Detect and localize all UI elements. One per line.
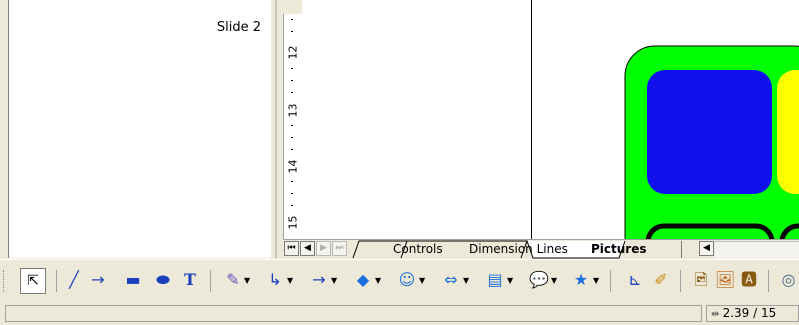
drawing-toolbar: ⇱ ╱ → ▬ ⬬ T ✎ ↳ → ◆ ☺ ⇔ ▤ 💬 ★ ⊾ ✐ 🖻 🖼 🅰 … xyxy=(0,259,799,302)
ellipse-icon: ⬬ xyxy=(156,270,170,289)
slide-canvas[interactable] xyxy=(302,0,799,269)
ruler-number: 14 xyxy=(286,159,300,174)
toolbar-separator xyxy=(56,270,57,292)
ruler-tick xyxy=(291,92,293,93)
block-arrows-button[interactable]: ⇔ xyxy=(440,268,462,292)
slide-sorter-pane[interactable]: Slide 2 xyxy=(8,0,272,258)
curve-icon: ✎ xyxy=(226,270,240,289)
ruler-tick xyxy=(291,137,293,138)
ruler-number: 12 xyxy=(286,45,300,60)
from-file-icon: 🖻 xyxy=(694,270,708,289)
status-field-info xyxy=(5,305,702,322)
stars-button[interactable]: ★ xyxy=(570,268,592,292)
rectangle-button[interactable]: ▬ xyxy=(122,268,144,292)
ruler-tick xyxy=(291,125,293,126)
toolbar-separator xyxy=(680,270,681,292)
slide-drawing xyxy=(624,45,799,269)
points-icon: ⊾ xyxy=(628,270,642,289)
position-readout: 2.39 / 15 xyxy=(722,306,777,320)
ruler-tick xyxy=(291,193,293,194)
basic-shapes-button[interactable]: ◆ xyxy=(352,268,374,292)
lines-arrows-dropdown-icon[interactable]: ▼ xyxy=(331,276,337,285)
ruler-tick xyxy=(291,205,293,206)
flowchart-button[interactable]: ▤ xyxy=(484,268,506,292)
symbol-shapes-dropdown-icon[interactable]: ▼ xyxy=(419,276,425,285)
toolbar-separator xyxy=(768,270,769,292)
ellipse-button[interactable]: ⬬ xyxy=(152,268,174,292)
page-border xyxy=(531,0,532,239)
toolbar-separator xyxy=(610,270,611,292)
points-button[interactable]: ⊾ xyxy=(624,268,646,292)
extrusion-icon: ◎ xyxy=(781,270,796,289)
yellow-square xyxy=(777,70,799,194)
select-button[interactable]: ⇱ xyxy=(20,268,46,294)
text-icon: T xyxy=(184,270,196,289)
select-icon: ⇱ xyxy=(27,273,39,289)
tab-controls[interactable]: Controls xyxy=(387,241,449,258)
glue-points-button[interactable]: ✐ xyxy=(650,268,672,292)
toolbar-separator xyxy=(210,270,211,292)
ruler-tick xyxy=(291,19,293,20)
ruler-tick xyxy=(291,80,293,81)
gallery-button[interactable]: 🖼 xyxy=(714,268,736,292)
curve-button[interactable]: ✎ xyxy=(222,268,244,292)
tab-dimension-lines[interactable]: Dimension Lines xyxy=(463,241,574,258)
stars-icon: ★ xyxy=(573,270,589,289)
extrusion-button[interactable]: ◎ xyxy=(778,268,799,292)
slide-label: Slide 2 xyxy=(216,20,261,35)
last-tab-button[interactable]: ⏭ xyxy=(332,241,347,256)
connector-button[interactable]: ↳ xyxy=(264,268,286,292)
position-size-icon: ⇹ xyxy=(711,309,723,320)
ruler-tick xyxy=(291,181,293,182)
curve-dropdown-icon[interactable]: ▼ xyxy=(244,276,250,285)
pane-splitter-line xyxy=(275,0,277,258)
fontwork-icon: 🅰 xyxy=(740,270,757,289)
arrow-line-icon: → xyxy=(91,270,105,289)
block-arrows-icon: ⇔ xyxy=(444,270,458,289)
toolbar-grip[interactable] xyxy=(3,270,8,292)
arrow-line-button[interactable]: → xyxy=(88,268,108,292)
rectangle-icon: ▬ xyxy=(125,270,141,289)
tab-splitter[interactable] xyxy=(681,241,692,258)
ruler-number: 15 xyxy=(286,215,300,230)
symbol-shapes-icon: ☺ xyxy=(398,270,416,289)
block-arrows-dropdown-icon[interactable]: ▼ xyxy=(463,276,469,285)
connector-dropdown-icon[interactable]: ▼ xyxy=(287,276,293,285)
text-button[interactable]: T xyxy=(180,268,200,292)
stars-dropdown-icon[interactable]: ▼ xyxy=(593,276,599,285)
ruler-tick xyxy=(291,31,293,32)
basic-shapes-dropdown-icon[interactable]: ▼ xyxy=(375,276,381,285)
blue-square xyxy=(647,70,772,194)
line-button[interactable]: ╱ xyxy=(64,268,84,292)
connector-icon: ↳ xyxy=(268,270,282,289)
callouts-dropdown-icon[interactable]: ▼ xyxy=(551,276,557,285)
ruler-number: 13 xyxy=(286,103,300,118)
scroll-left-button[interactable]: ◀ xyxy=(699,241,714,256)
layer-tab-bar: ⏮ ◀ ▶ ⏭ Controls Dimension Lines Picture… xyxy=(283,239,799,259)
line-icon: ╱ xyxy=(69,270,79,289)
symbol-shapes-button[interactable]: ☺ xyxy=(396,268,418,292)
glue-points-icon: ✐ xyxy=(654,270,668,289)
ruler-tick xyxy=(291,68,293,69)
callouts-icon: 💬 xyxy=(529,270,549,289)
basic-shapes-icon: ◆ xyxy=(356,270,370,289)
lines-arrows-icon: → xyxy=(312,270,326,289)
flowchart-icon: ▤ xyxy=(487,270,503,289)
gallery-icon: 🖼 xyxy=(714,270,736,289)
previous-tab-button[interactable]: ◀ xyxy=(300,241,315,256)
ruler-tick xyxy=(291,149,293,150)
status-position-field[interactable]: ⇹ 2.39 / 15 xyxy=(706,305,799,322)
flowchart-dropdown-icon[interactable]: ▼ xyxy=(507,276,513,285)
next-tab-button[interactable]: ▶ xyxy=(316,241,331,256)
callouts-button[interactable]: 💬 xyxy=(528,268,550,292)
lines-arrows-button[interactable]: → xyxy=(308,268,330,292)
horizontal-scrollbar[interactable] xyxy=(715,241,799,259)
first-tab-button[interactable]: ⏮ xyxy=(284,241,299,256)
vertical-ruler[interactable]: 12 13 14 15 xyxy=(283,14,303,239)
from-file-button[interactable]: 🖻 xyxy=(690,268,712,292)
tab-pictures[interactable]: Pictures xyxy=(585,241,653,258)
fontwork-button[interactable]: 🅰 xyxy=(738,268,760,292)
